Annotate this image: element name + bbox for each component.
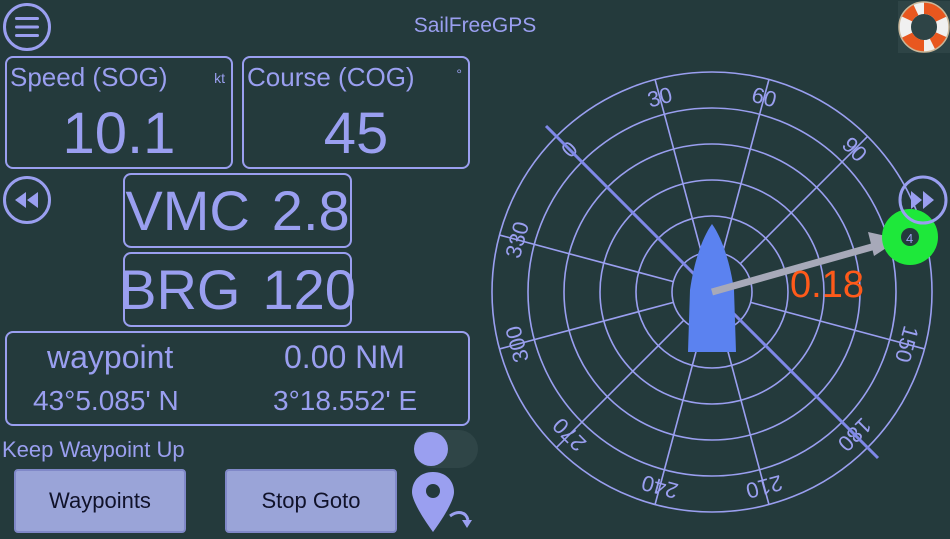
- bearing-label: 60: [749, 82, 779, 112]
- course-label: Course (COG): [247, 62, 415, 92]
- location-button[interactable]: [410, 470, 476, 534]
- vmc-value: 2.8: [271, 179, 350, 242]
- lifebuoy-button[interactable]: [898, 1, 950, 53]
- keep-waypoint-up-label: Keep Waypoint Up: [2, 437, 185, 462]
- rewind-icon: [15, 192, 38, 208]
- vmc-panel: VMC 2.8: [123, 173, 352, 248]
- waypoint-latitude: 43°5.085' N: [33, 385, 179, 416]
- bearing-label: 210: [743, 470, 785, 504]
- heading-line: [544, 124, 714, 294]
- app-title: SailFreeGPS: [413, 14, 537, 37]
- location-pin-icon: [412, 472, 472, 532]
- menu-icon: [15, 17, 39, 37]
- menu-button[interactable]: [3, 3, 51, 51]
- waypoint-panel[interactable]: waypoint 0.00 NM 43°5.085' N 3°18.552' E: [5, 331, 470, 426]
- rewind-button[interactable]: [3, 176, 51, 224]
- target-label: 4: [906, 231, 913, 246]
- brg-label: BRG: [119, 258, 241, 321]
- target-distance: 0.18: [790, 264, 864, 306]
- speed-value: 10.1: [62, 101, 176, 166]
- waypoint-name: waypoint: [47, 339, 174, 375]
- heading-line: [710, 290, 880, 460]
- toggle-knob: [414, 432, 448, 466]
- brg-panel: BRG 120: [119, 252, 356, 327]
- radar-display[interactable]: 0306090120150180210240270300330 0.18 4: [470, 56, 950, 534]
- bearing-label: 150: [890, 323, 924, 365]
- vmc-label: VMC: [125, 179, 250, 242]
- speed-panel: Speed (SOG) kt 10.1: [5, 56, 233, 169]
- course-value: 45: [323, 101, 389, 166]
- keep-waypoint-up-toggle[interactable]: [414, 430, 478, 468]
- waypoint-longitude: 3°18.552' E: [273, 385, 418, 416]
- brg-value: 120: [262, 258, 356, 321]
- bearing-label: 330: [500, 219, 534, 261]
- waypoint-distance: 0.00 NM: [284, 339, 405, 375]
- speed-unit: kt: [214, 70, 225, 86]
- bearing-label: 300: [500, 323, 534, 365]
- stop-goto-button[interactable]: Stop Goto: [225, 469, 397, 533]
- lifebuoy-icon: [898, 1, 950, 53]
- bearing-label: 30: [645, 82, 675, 112]
- bearing-label: 240: [639, 470, 681, 504]
- course-unit: °: [456, 66, 462, 82]
- course-panel: Course (COG) ° 45: [242, 56, 470, 169]
- waypoints-button[interactable]: Waypoints: [14, 469, 186, 533]
- speed-label: Speed (SOG): [10, 62, 168, 92]
